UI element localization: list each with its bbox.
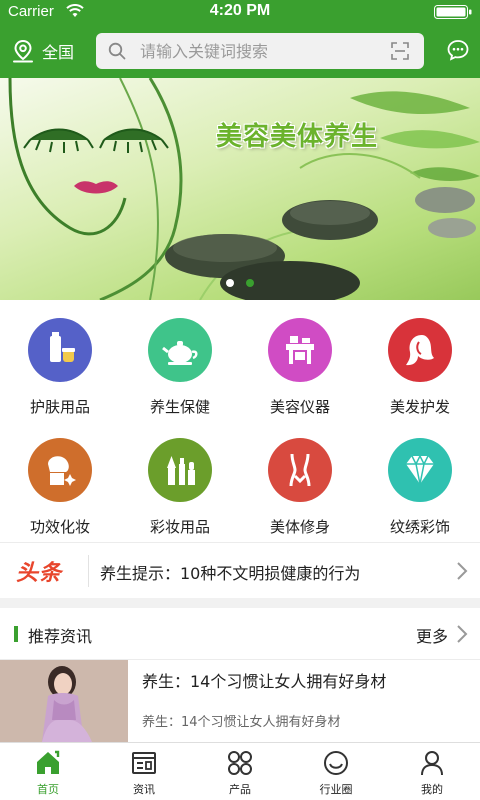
category-label: 美容仪器 bbox=[269, 398, 330, 416]
news-title: 养生：14个习惯让女人拥有好身材 bbox=[142, 672, 387, 691]
category-grid: 护肤用品 养生保健 美容仪器 美发护发 功效化妆 彩妆用品 美体修身 纹绣彩饰 bbox=[0, 300, 480, 542]
news-item[interactable]: 养生：14个习惯让女人拥有好身材 养生：14个习惯让女人拥有好身材 bbox=[0, 660, 480, 742]
headline-ticker[interactable]: 头条 养生提示：10种不文明损健康的行为 bbox=[0, 542, 480, 598]
home-screen: Carrier 4:20 PM 全国 请输入关键词搜索 美容美体养生 护肤用品 … bbox=[0, 0, 480, 800]
category-beauty-device[interactable]: 美容仪器 bbox=[240, 318, 360, 417]
scan-icon[interactable] bbox=[390, 41, 410, 61]
category-label: 功效化妆 bbox=[29, 518, 90, 536]
news-icon bbox=[132, 752, 156, 774]
woman-photo-image bbox=[0, 660, 128, 742]
location-selector[interactable]: 全国 bbox=[12, 36, 74, 66]
category-functional-makeup[interactable]: 功效化妆 bbox=[0, 438, 120, 537]
beauty-device-icon bbox=[268, 318, 332, 382]
recommend-header: 推荐资讯 更多 bbox=[0, 608, 480, 660]
tab-label: 我的 bbox=[421, 783, 443, 796]
category-label: 护肤用品 bbox=[29, 398, 90, 416]
tab-label: 首页 bbox=[37, 783, 59, 796]
more-link[interactable]: 更多 bbox=[416, 623, 448, 647]
body-shape-icon bbox=[268, 438, 332, 502]
banner-artwork bbox=[8, 78, 480, 300]
category-haircare[interactable]: 美发护发 bbox=[360, 318, 480, 417]
skincare-icon bbox=[28, 318, 92, 382]
search-box[interactable] bbox=[96, 33, 424, 69]
section-divider bbox=[0, 598, 480, 608]
products-grid-icon bbox=[228, 751, 252, 775]
circle-smile-icon bbox=[324, 751, 348, 775]
category-label: 美体修身 bbox=[269, 518, 330, 536]
news-thumbnail bbox=[0, 660, 128, 742]
category-label: 纹绣彩饰 bbox=[389, 518, 450, 536]
banner-dot-2[interactable] bbox=[246, 279, 254, 287]
category-cosmetics[interactable]: 彩妆用品 bbox=[120, 438, 240, 537]
tab-label: 资讯 bbox=[133, 783, 155, 796]
battery-icon bbox=[434, 5, 472, 19]
banner-dot-1[interactable] bbox=[226, 279, 234, 287]
tab-mine[interactable]: 我的 bbox=[384, 743, 480, 800]
category-label: 养生保健 bbox=[149, 398, 210, 416]
tab-label: 行业圈 bbox=[319, 783, 353, 796]
news-summary: 养生：14个习惯让女人拥有好身材 bbox=[142, 715, 341, 730]
tab-industry-circle[interactable]: 行业圈 bbox=[288, 743, 384, 800]
headline-text: 养生提示：10种不文明损健康的行为 bbox=[100, 564, 361, 583]
diamond-icon bbox=[388, 438, 452, 502]
headline-logo: 头条 bbox=[16, 561, 63, 586]
tab-products[interactable]: 产品 bbox=[192, 743, 288, 800]
category-skincare[interactable]: 护肤用品 bbox=[0, 318, 120, 417]
category-health[interactable]: 养生保健 bbox=[120, 318, 240, 417]
app-header: Carrier 4:20 PM 全国 bbox=[0, 0, 480, 78]
banner-title: 美容美体养生 bbox=[216, 122, 379, 152]
status-time: 4:20 PM bbox=[209, 2, 271, 19]
category-label: 美发护发 bbox=[389, 398, 450, 416]
status-bar: Carrier 4:20 PM bbox=[0, 0, 480, 24]
bottom-tab-bar: 首页 资讯 产品 行业圈 我的 bbox=[0, 742, 480, 800]
promo-banner[interactable]: 美容美体养生 bbox=[0, 78, 480, 300]
category-label: 彩妆用品 bbox=[149, 518, 210, 536]
tab-label: 产品 bbox=[229, 783, 251, 796]
teapot-icon bbox=[148, 318, 212, 382]
search-icon bbox=[108, 42, 126, 60]
tab-home[interactable]: 首页 bbox=[0, 743, 96, 800]
makeup-face-icon bbox=[28, 438, 92, 502]
category-tattoo-decor[interactable]: 纹绣彩饰 bbox=[360, 438, 480, 537]
search-input[interactable] bbox=[140, 41, 390, 61]
message-icon[interactable] bbox=[446, 38, 470, 62]
section-accent-bar bbox=[14, 626, 18, 642]
headline-divider bbox=[88, 555, 89, 587]
hair-icon bbox=[388, 318, 452, 382]
category-body-shaping[interactable]: 美体修身 bbox=[240, 438, 360, 537]
banner-pagination bbox=[0, 279, 480, 289]
tab-news[interactable]: 资讯 bbox=[96, 743, 192, 800]
cosmetics-icon bbox=[148, 438, 212, 502]
chevron-right-icon[interactable] bbox=[456, 624, 468, 644]
location-pin-icon bbox=[13, 39, 33, 63]
recommend-title: 推荐资讯 bbox=[28, 627, 93, 646]
location-label: 全国 bbox=[42, 43, 75, 62]
home-icon bbox=[37, 750, 60, 774]
chevron-right-icon bbox=[457, 562, 468, 580]
user-icon bbox=[421, 751, 443, 776]
